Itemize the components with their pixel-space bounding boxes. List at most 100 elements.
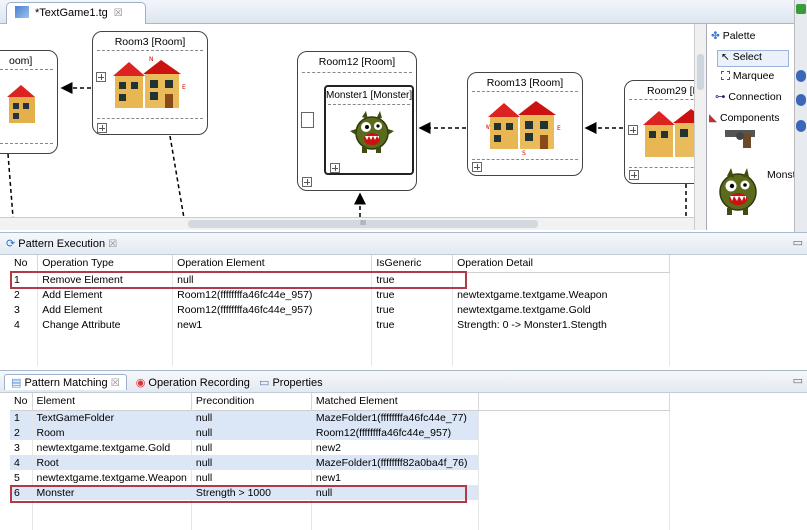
- diagram-canvas[interactable]: oom] Room3 [Room] N E Room12 [Room] Mons…: [0, 24, 694, 230]
- table-row: [10, 332, 670, 366]
- pattern-matching-table: No Element Precondition Matched Element …: [10, 393, 671, 530]
- table-cell: null: [191, 410, 312, 425]
- horizontal-scrollbar[interactable]: III: [0, 217, 694, 230]
- arrow-cursor-icon: ↖: [721, 51, 730, 63]
- palette-marquee-tool[interactable]: Marquee: [721, 70, 774, 87]
- table-cell: new1: [172, 317, 373, 332]
- tab-operation-recording[interactable]: ◉ Operation Recording: [136, 377, 250, 389]
- pistol-icon: [725, 130, 755, 148]
- table-cell: Room12(ffffffffa46fc44e_957): [172, 302, 373, 317]
- pattern-matching-view: ▤ Pattern Matching ☒ ◉ Operation Recordi…: [0, 370, 807, 530]
- monster-component-icon[interactable]: [715, 166, 761, 218]
- vertical-scrollbar[interactable]: [694, 24, 706, 230]
- pattern-matching-tabs: ▤ Pattern Matching ☒ ◉ Operation Recordi…: [0, 371, 807, 393]
- palette-header[interactable]: ✤ Palette: [711, 30, 755, 47]
- column-header[interactable]: IsGeneric: [371, 255, 454, 273]
- palette-connection-tool[interactable]: ⊶ Connection: [715, 91, 782, 108]
- palette-select-tool[interactable]: ↖ Select: [717, 50, 789, 67]
- editor-tab-bar: *TextGame1.tg ☒: [0, 0, 807, 24]
- column-header[interactable]: Operation Element: [172, 255, 373, 273]
- table-cell: null: [311, 485, 479, 500]
- column-header[interactable]: Operation Detail: [452, 255, 670, 273]
- table-cell: 1: [10, 272, 39, 287]
- table-cell: null: [191, 440, 312, 455]
- table-cell: Room12(ffffffffa46fc44e_957): [311, 425, 479, 440]
- table-cell: true: [371, 317, 454, 332]
- column-header[interactable]: Precondition: [191, 393, 312, 411]
- table-icon: ▤: [11, 377, 22, 389]
- table-cell: newtextgame.textgame.Gold: [32, 440, 192, 455]
- table-row[interactable]: 3 newtextgame.textgame.Gold null new2: [10, 440, 671, 455]
- table-row[interactable]: 1 Remove Element null true: [10, 272, 670, 287]
- palette-panel: ✤ Palette ↖ Select Marquee ⊶ Connection …: [706, 24, 805, 230]
- column-header[interactable]: Operation Type: [37, 255, 174, 273]
- table-cell: Remove Element: [37, 272, 174, 287]
- right-toolbar: [794, 0, 807, 232]
- pattern-execution-table: No Operation Type Operation Element IsGe…: [10, 255, 670, 366]
- table-cell: new2: [311, 440, 479, 455]
- table-cell: null: [191, 425, 312, 440]
- table-row[interactable]: 5 newtextgame.textgame.Weapon null new1: [10, 470, 671, 485]
- table-cell: Strength > 1000: [191, 485, 312, 500]
- scroll-thumb[interactable]: [697, 54, 704, 90]
- green-button-icon[interactable]: [796, 4, 806, 14]
- minimize-icon[interactable]: ▭: [793, 236, 803, 249]
- pattern-icon: ⟳: [6, 238, 16, 250]
- table-cell: Monster: [32, 485, 192, 500]
- tool-icon[interactable]: [796, 120, 806, 132]
- column-header[interactable]: Matched Element: [311, 393, 479, 411]
- properties-icon: ▭: [258, 377, 270, 389]
- palette-icon: ✤: [711, 30, 720, 42]
- tab-properties[interactable]: ▭ Properties: [259, 377, 323, 389]
- pattern-execution-header: ⟳ Pattern Execution ☒ ▭: [0, 233, 807, 255]
- editor-tab-title: *TextGame1.tg: [35, 7, 108, 19]
- table-cell: Add Element: [37, 302, 174, 317]
- minimize-icon[interactable]: ▭: [793, 374, 803, 387]
- table-row[interactable]: 4 Root null MazeFolder1(ffffffff82a0ba4f_76…: [10, 455, 671, 470]
- column-header[interactable]: Element: [32, 393, 192, 411]
- table-cell: null: [172, 272, 373, 287]
- table-row[interactable]: 2 Room null Room12(ffffffffa46fc44e_957): [10, 425, 671, 440]
- table-cell: 3: [10, 440, 33, 455]
- column-header[interactable]: No: [10, 393, 33, 411]
- editor-tab[interactable]: *TextGame1.tg ☒: [6, 2, 146, 24]
- table-cell: TextGameFolder: [32, 410, 192, 425]
- table-cell: [452, 272, 670, 287]
- table-cell: 1: [10, 410, 33, 425]
- table-cell: MazeFolder1(ffffffffa46fc44e_77): [311, 410, 479, 425]
- diagram-file-icon: [15, 6, 29, 18]
- table-cell: MazeFolder1(ffffffff82a0ba4f_76): [311, 455, 479, 470]
- table-cell: Strength: 0 -> Monster1.Stength: [452, 317, 670, 332]
- record-icon: ◉: [135, 377, 146, 389]
- tool-icon[interactable]: [796, 94, 806, 106]
- pattern-execution-view: ⟳ Pattern Execution ☒ ▭ No Operation Typ…: [0, 232, 807, 366]
- marquee-icon: [721, 71, 730, 80]
- table-cell: true: [371, 302, 454, 317]
- table-row[interactable]: 3 Add Element Room12(ffffffffa46fc44e_957)…: [10, 302, 670, 317]
- tab-pattern-matching[interactable]: ▤ Pattern Matching ☒: [4, 374, 127, 390]
- tool-icon[interactable]: [796, 70, 806, 82]
- connection-lines: [7, 82, 687, 230]
- table-cell: null: [191, 455, 312, 470]
- table-cell: 2: [10, 287, 39, 302]
- table-cell: 4: [10, 455, 33, 470]
- close-icon: ☒: [110, 378, 120, 389]
- table-cell: 4: [10, 317, 39, 332]
- table-cell: Add Element: [37, 287, 174, 302]
- table-row[interactable]: 4 Change Attribute new1 true Strength: 0 -> …: [10, 317, 670, 332]
- close-icon[interactable]: ☒: [108, 239, 117, 250]
- scroll-thumb[interactable]: III: [188, 220, 538, 228]
- table-row[interactable]: 1 TextGameFolder null MazeFolder1(ffffffffa…: [10, 410, 671, 425]
- close-icon[interactable]: ☒: [114, 8, 123, 19]
- table-row[interactable]: 6 Monster Strength > 1000 null: [10, 485, 671, 500]
- table-cell: newtextgame.textgame.Weapon: [452, 287, 670, 302]
- table-cell: newtextgame.textgame.Gold: [452, 302, 670, 317]
- table-cell: true: [371, 272, 454, 287]
- pattern-execution-title[interactable]: Pattern Execution: [18, 238, 105, 250]
- table-cell: 6: [10, 485, 33, 500]
- table-cell: 5: [10, 470, 33, 485]
- table-cell: Room12(ffffffffa46fc44e_957): [172, 287, 373, 302]
- column-header[interactable]: No: [10, 255, 39, 273]
- table-row[interactable]: 2 Add Element Room12(ffffffffa46fc44e_957)…: [10, 287, 670, 302]
- table-cell: newtextgame.textgame.Weapon: [32, 470, 192, 485]
